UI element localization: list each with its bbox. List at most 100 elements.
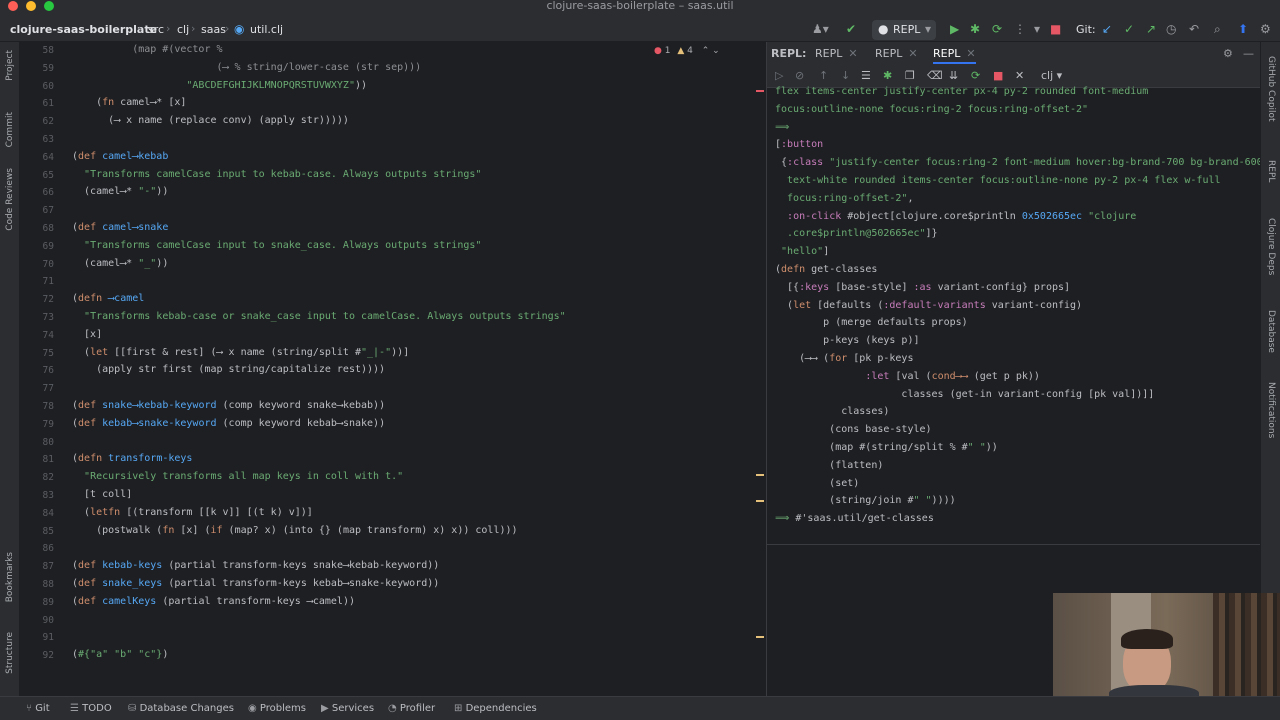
close-icon[interactable]: ✕ (848, 47, 857, 60)
search-icon[interactable]: ⌕ (1214, 22, 1221, 36)
code-line[interactable]: (map #(vector % (72, 44, 222, 55)
tool-code-reviews[interactable]: Code Reviews (5, 168, 15, 231)
execute-icon[interactable]: ▷ (775, 69, 783, 82)
line-number[interactable]: 76 (20, 365, 54, 376)
line-number[interactable]: 73 (20, 312, 54, 323)
settings-icon[interactable]: ⚙ (1260, 22, 1271, 36)
scroll-end-icon[interactable]: ⇊ (949, 69, 958, 82)
code-line[interactable]: (def camelKeys (partial transform-keys ⟶… (72, 596, 355, 607)
chevron-down-icon[interactable]: ⌄ (712, 46, 720, 56)
problems-button[interactable]: ◉ Problems (248, 703, 306, 714)
minimize-icon[interactable]: — (1243, 47, 1254, 60)
git-tool-button[interactable]: ⑂ Git (26, 703, 50, 714)
line-number[interactable]: 63 (20, 134, 54, 145)
code-line[interactable]: (⟶ x name (replace conv) (apply str))))) (72, 115, 349, 126)
line-number[interactable]: 89 (20, 597, 54, 608)
code-line[interactable]: (def camel⟶kebab (72, 151, 168, 162)
line-number[interactable]: 59 (20, 63, 54, 74)
run-icon[interactable]: ▶ (950, 22, 959, 36)
repl-tab[interactable]: REPL ✕ (875, 47, 918, 60)
line-number[interactable]: 60 (20, 81, 54, 92)
code-line[interactable]: (def kebab-keys (partial transform-keys … (72, 560, 439, 571)
line-number[interactable]: 62 (20, 116, 54, 127)
trash-icon[interactable]: ⌫ (927, 69, 943, 82)
arrow-down-icon[interactable]: ↓ (841, 69, 850, 82)
line-number[interactable]: 86 (20, 543, 54, 554)
line-number[interactable]: 65 (20, 170, 54, 181)
line-number[interactable]: 71 (20, 276, 54, 287)
close-icon[interactable]: ✕ (1015, 69, 1024, 82)
line-number[interactable]: 74 (20, 330, 54, 341)
line-number[interactable]: 92 (20, 650, 54, 661)
line-number[interactable]: 77 (20, 383, 54, 394)
line-number[interactable]: 80 (20, 437, 54, 448)
code-line[interactable]: (apply str first (map string/capitalize … (72, 364, 385, 375)
line-number[interactable]: 82 (20, 472, 54, 483)
line-number[interactable]: 75 (20, 348, 54, 359)
code-line[interactable]: "Recursively transforms all map keys in … (72, 471, 403, 482)
code-line[interactable]: (letfn [(transform [[k v]] [(t k) v])] (72, 507, 313, 518)
debug-icon[interactable]: ✱ (883, 69, 892, 82)
line-number[interactable]: 64 (20, 152, 54, 163)
line-number[interactable]: 83 (20, 490, 54, 501)
copy-icon[interactable]: ❐ (905, 69, 915, 82)
breadcrumb-project[interactable]: clojure-saas-boilerplate (10, 23, 157, 36)
git-push-icon[interactable]: ↗ (1146, 22, 1156, 36)
stop-icon[interactable]: ■ (993, 69, 1003, 82)
line-number[interactable]: 67 (20, 205, 54, 216)
close-icon[interactable]: ✕ (908, 47, 917, 60)
tool-commit[interactable]: Commit (5, 112, 15, 147)
stop-icon[interactable]: ■ (1050, 22, 1061, 36)
more-run-icon[interactable]: ▾ (1034, 22, 1040, 36)
build-hammer-icon[interactable]: ✔ (846, 22, 856, 36)
code-line[interactable]: [t coll] (72, 489, 132, 500)
tool-database[interactable]: Database (1266, 310, 1276, 353)
database-changes-button[interactable]: ⛁ Database Changes (128, 703, 234, 714)
warning-marker[interactable] (756, 474, 764, 476)
tool-structure[interactable]: Structure (5, 632, 15, 674)
code-line[interactable]: (let [[first & rest] (⟶ x name (string/s… (72, 347, 409, 358)
interrupt-icon[interactable]: ⊘ (795, 69, 804, 82)
line-number[interactable]: 61 (20, 98, 54, 109)
user-icon[interactable]: ♟▾ (812, 22, 829, 36)
code-line[interactable]: (defn ⟶camel (72, 293, 144, 304)
code-line[interactable]: (def snake_keys (partial transform-keys … (72, 578, 439, 589)
line-number[interactable]: 84 (20, 508, 54, 519)
profiler-button[interactable]: ◔ Profiler (388, 703, 435, 714)
tool-github-copilot[interactable]: GitHub Copilot (1266, 56, 1276, 122)
close-icon[interactable]: ✕ (966, 47, 975, 60)
code-line[interactable]: (fn camel⟶* [x] (72, 97, 186, 108)
reload-icon[interactable]: ⟳ (971, 69, 980, 82)
coverage-icon[interactable]: ⟳ (992, 22, 1002, 36)
dependencies-button[interactable]: ⊞ Dependencies (454, 703, 537, 714)
code-line[interactable]: "Transforms kebab-case or snake_case inp… (72, 311, 566, 322)
line-number[interactable]: 81 (20, 454, 54, 465)
chevron-up-icon[interactable]: ⌃ (702, 46, 710, 56)
editor-inspections[interactable]: ● 1 ▲ 4 ⌃ ⌄ (654, 46, 720, 56)
line-number[interactable]: 90 (20, 615, 54, 626)
update-icon[interactable]: ⬆ (1238, 22, 1248, 36)
tool-clojure-deps[interactable]: Clojure Deps (1266, 218, 1276, 275)
code-editor[interactable]: 58 (map #(vector % 59 (⟶ % string/lower-c… (20, 42, 765, 696)
code-line[interactable]: (def snake⟶kebab-keyword (comp keyword s… (72, 400, 385, 411)
code-line[interactable]: [x] (72, 329, 102, 340)
code-line[interactable]: (⟶ % string/lower-case (str sep))) (72, 62, 421, 73)
code-line[interactable]: "Transforms camelCase input to kebab-cas… (72, 169, 481, 180)
namespace-selector[interactable]: clj ▾ (1041, 69, 1062, 82)
code-line[interactable]: (def kebab⟶snake-keyword (comp keyword k… (72, 418, 385, 429)
git-commit-icon[interactable]: ✓ (1124, 22, 1134, 36)
code-line[interactable]: (camel⟶* "-")) (72, 186, 168, 197)
more-actions-icon[interactable]: ⋮ (1014, 22, 1026, 36)
line-number[interactable]: 78 (20, 401, 54, 412)
line-number[interactable]: 87 (20, 561, 54, 572)
git-update-icon[interactable]: ↙ (1102, 22, 1112, 36)
services-button[interactable]: ▶ Services (321, 703, 374, 714)
breadcrumb-file[interactable]: util.clj (250, 23, 283, 36)
tool-notifications[interactable]: Notifications (1266, 382, 1276, 438)
code-line[interactable]: "ABCDEFGHIJKLMNOPQRSTUVWXYZ")) (72, 80, 367, 91)
line-number[interactable]: 69 (20, 241, 54, 252)
arrow-up-icon[interactable]: ↑ (819, 69, 828, 82)
gear-icon[interactable]: ⚙ (1223, 47, 1233, 60)
line-number[interactable]: 88 (20, 579, 54, 590)
breadcrumb-saas[interactable]: saas (201, 23, 226, 36)
